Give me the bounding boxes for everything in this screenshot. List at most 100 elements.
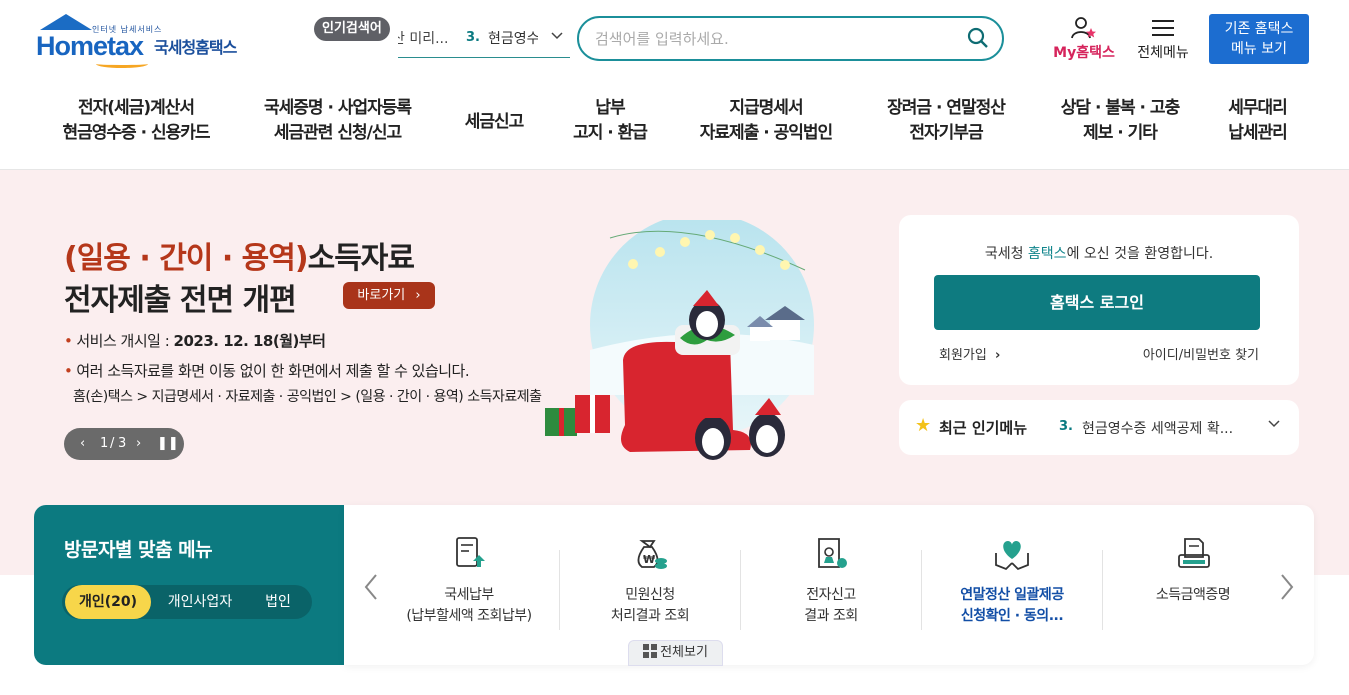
hero-start-date: • 서비스 개시일 : 2023. 12. 18(월)부터: [64, 330, 326, 351]
tab-individual[interactable]: 개인(20): [65, 585, 151, 619]
join-link[interactable]: 회원가입 ›: [939, 344, 1000, 363]
pager-separator: /: [110, 436, 115, 451]
quick-item-label: 소득금액증명: [1155, 587, 1231, 603]
welcome-prefix: 국세청: [984, 246, 1028, 262]
quick-item-year-end-settlement[interactable]: 연말정산 일괄제공 신청확인 · 동의...: [922, 505, 1102, 665]
money-bag-icon: ₩: [637, 540, 667, 569]
my-hometax-label: My홈택스: [1053, 45, 1115, 61]
old-hometax-button[interactable]: 기존 홈택스 메뉴 보기: [1209, 14, 1309, 64]
gnb-item-tax-agent[interactable]: 세무대리 납세관리: [1220, 96, 1295, 146]
hero-title-line2: 전자제출 전면 개편: [64, 283, 297, 318]
gnb-item-certificate[interactable]: 국세증명 · 사업자등록 세금관련 신청/신고: [255, 96, 420, 146]
hero-path: 홈(손)택스 > 지급명세서 · 자료제출 · 공익법인 > (일용 · 간이 …: [73, 389, 542, 405]
gnb-item-tax-report[interactable]: 세금신고: [458, 110, 530, 135]
gnb-item-year-end[interactable]: 장려금 · 연말정산 전자기부금: [876, 96, 1016, 146]
logo-name: 국세청홈택스: [154, 38, 237, 57]
pager-total: 3: [118, 436, 127, 451]
gnb-item-e-invoice[interactable]: 전자(세금)계산서 현금영수증 · 신용카드: [56, 96, 216, 146]
popular-search-roller[interactable]: 산 미리... 3. 현금영수: [398, 22, 570, 58]
document-stamp-icon: [818, 538, 847, 568]
heart-hands-icon: [995, 541, 1029, 571]
quick-item-tax-payment[interactable]: 국세납부 (납부할세액 조회납부): [379, 505, 559, 665]
hero-desc-text: 여러 소득자료를 화면 이동 없이 한 화면에서 제출 할 수 있습니다.: [76, 362, 470, 380]
hero-illustration: [545, 220, 814, 460]
hero-start-value: 2023. 12. 18(월)부터: [173, 332, 326, 350]
quick-item-label: 국세납부 (납부할세액 조회납부): [406, 587, 532, 624]
bullet-icon: •: [64, 362, 73, 380]
gnb-item-payment-statement[interactable]: 지급명세서 자료제출 · 공익법인: [692, 96, 840, 146]
gnb-item-label: 장려금 · 연말정산: [887, 98, 1006, 118]
chevron-down-icon[interactable]: [1267, 416, 1281, 434]
popular-keyword[interactable]: 현금영수: [488, 28, 538, 48]
visitor-menu-panel: 방문자별 맞춤 메뉴 개인(20) 개인사업자 법인: [34, 505, 344, 665]
search-box: [577, 16, 1004, 61]
welcome-text: 국세청 홈택스에 오신 것을 환영합니다.: [899, 243, 1299, 263]
chevron-right-icon[interactable]: [1278, 573, 1296, 608]
tab-individual-business[interactable]: 개인사업자: [154, 585, 246, 619]
logo-roof-shape: [40, 14, 92, 30]
user-star-icon: [1071, 17, 1096, 39]
gnb-item-label: 지급명세서: [729, 98, 803, 118]
bullet-icon: •: [64, 332, 73, 350]
hometax-login-button[interactable]: 홈택스 로그인: [934, 275, 1260, 330]
hamburger-icon: [1152, 20, 1174, 36]
quick-item-label: 민원신청 처리결과 조회: [610, 587, 690, 624]
quick-item-e-filing[interactable]: 전자신고 결과 조회: [741, 505, 921, 665]
hero-title-line1: (일용 · 간이 · 용역)소득자료: [64, 233, 415, 277]
hero-desc: • 여러 소득자료를 화면 이동 없이 한 화면에서 제출 할 수 있습니다.: [64, 360, 470, 381]
all-menu-button[interactable]: 전체메뉴: [1130, 16, 1196, 66]
quick-item-label: 연말정산 일괄제공 신청확인 · 동의...: [960, 587, 1064, 624]
chevron-right-icon: ›: [415, 288, 421, 303]
quick-menu-panel: 국세납부 (납부할세액 조회납부) ₩ 민원신청 처리결과 조회 전자신고 결과 조회…: [344, 505, 1314, 665]
search-icon[interactable]: [967, 27, 989, 49]
tab-corporation[interactable]: 법인: [248, 585, 308, 619]
chevron-down-icon[interactable]: [550, 28, 564, 46]
prev-slide-icon[interactable]: ‹: [80, 428, 85, 460]
hero-title-rest: 소득자료: [307, 241, 415, 276]
tax-payment-icon: [456, 537, 485, 567]
gnb-item-payment[interactable]: 납부 고지 · 환급: [566, 96, 654, 146]
pause-icon[interactable]: ❚❚: [157, 428, 179, 460]
old-hometax-line2: 메뉴 보기: [1231, 41, 1287, 57]
welcome-brand: 홈택스: [1027, 246, 1067, 262]
star-icon: ★: [915, 415, 932, 436]
gnb-item-label: 납세관리: [1228, 123, 1288, 143]
gnb-item-consult[interactable]: 상담 · 불복 · 고충 제보 · 기타: [1050, 96, 1190, 146]
all-menu-label: 전체메뉴: [1137, 45, 1189, 61]
recent-value[interactable]: 현금영수증 세액공제 확...: [1082, 418, 1233, 438]
grid-icon: [643, 644, 658, 658]
my-hometax-button[interactable]: My홈택스: [1048, 16, 1120, 66]
visitor-tabs: 개인(20) 개인사업자 법인: [62, 585, 312, 619]
view-all-button[interactable]: 전체보기: [628, 640, 723, 666]
gnb-item-label: 세금관련 신청/신고: [273, 123, 402, 143]
login-panel: 국세청 홈택스에 오신 것을 환영합니다. 홈택스 로그인 회원가입 › 아이디…: [899, 215, 1299, 385]
gnb-item-label: 납부: [595, 98, 625, 118]
gnb-item-label: 전자기부금: [909, 123, 983, 143]
hero-start-label: 서비스 개시일 :: [76, 332, 170, 350]
quick-item-income-certificate[interactable]: 소득금액증명: [1103, 505, 1283, 665]
search-input[interactable]: [595, 27, 945, 51]
next-slide-icon[interactable]: ›: [136, 428, 141, 460]
welcome-suffix: 에 오신 것을 환영합니다.: [1066, 246, 1214, 262]
gnb-item-label: 전자(세금)계산서: [77, 98, 195, 118]
gnb-item-label: 자료제출 · 공익법인: [699, 123, 833, 143]
site-header: 인터넷 납세서비스 Hometax 국세청홈택스 인기검색어 산 미리... 3…: [0, 0, 1349, 170]
popular-search-badge: 인기검색어: [314, 17, 390, 41]
chevron-left-icon[interactable]: [362, 573, 380, 608]
gnb-item-label: 고지 · 환급: [573, 123, 648, 143]
recent-popular-menu[interactable]: ★ 최근 인기메뉴 3. 현금영수증 세액공제 확...: [899, 400, 1299, 455]
hero-goto-button[interactable]: 바로가기 ›: [343, 282, 435, 309]
hero-pager: ‹ 1 / 3 › ❚❚: [64, 428, 184, 460]
gnb-item-label: 국세증명 · 사업자등록: [263, 98, 412, 118]
gnb-item-label: 세금신고: [464, 112, 525, 132]
gnb-item-label: 상담 · 불복 · 고충: [1060, 98, 1180, 118]
gnb-item-label: 현금영수증 · 신용카드: [62, 123, 210, 143]
pager-current: 1: [100, 436, 109, 451]
find-id-password-link[interactable]: 아이디/비밀번호 찾기: [1143, 344, 1259, 363]
hometax-logo[interactable]: 인터넷 납세서비스 Hometax 국세청홈택스: [36, 14, 256, 68]
gnb-item-label: 세무대리: [1228, 98, 1288, 118]
join-label: 회원가입: [939, 348, 987, 363]
printer-document-icon: [1178, 538, 1210, 568]
popular-rank: 3.: [466, 30, 480, 45]
chevron-right-icon: ›: [994, 348, 1001, 363]
